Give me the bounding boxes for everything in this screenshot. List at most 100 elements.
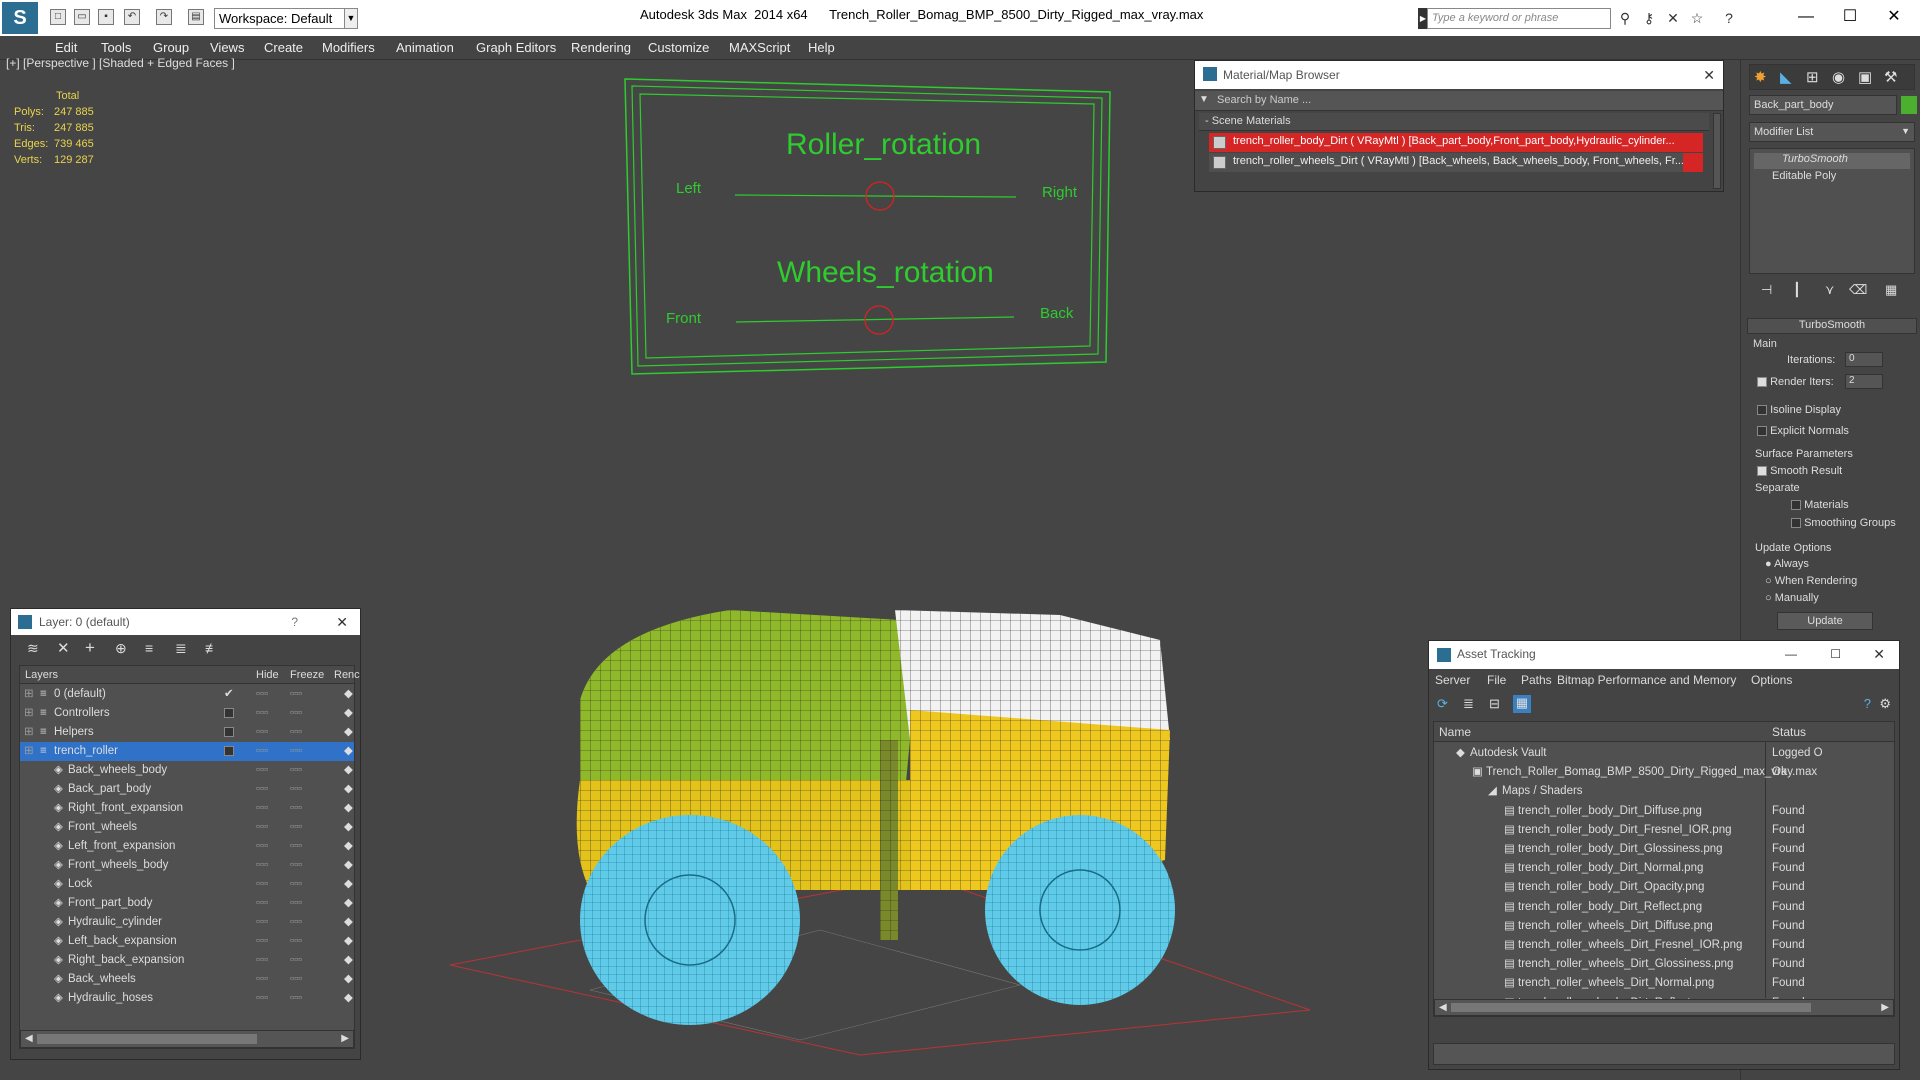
freeze-toggle[interactable]: ▫▫▫ bbox=[290, 951, 302, 970]
make-unique-icon[interactable]: ⋎ bbox=[1825, 282, 1835, 298]
binoculars-icon[interactable]: ⚲ bbox=[1616, 9, 1634, 27]
update-manually-radio[interactable]: ○ Manually bbox=[1765, 592, 1819, 604]
highlight-layer-icon[interactable]: ≣ bbox=[175, 640, 187, 657]
layer-active-checkbox[interactable] bbox=[224, 723, 234, 742]
col-name[interactable]: Name bbox=[1439, 725, 1471, 739]
col-status[interactable]: Status bbox=[1772, 725, 1806, 739]
minimize-icon[interactable]: — bbox=[1785, 641, 1797, 667]
asset-row[interactable]: ▤ trench_roller_body_Dirt_Opacity.png Foun… bbox=[1434, 878, 1894, 897]
expand-icon[interactable]: ⊞ bbox=[24, 723, 34, 742]
rig-control-board[interactable] bbox=[620, 74, 1120, 380]
col-freeze[interactable]: Freeze bbox=[290, 669, 324, 681]
freeze-toggle[interactable]: ▫▫▫ bbox=[290, 742, 302, 761]
hide-toggle[interactable]: ▫▫▫ bbox=[256, 932, 268, 951]
layer-object-row[interactable]: ◈ Back_wheels ▫▫▫ ▫▫▫ ◆ bbox=[20, 970, 354, 989]
menu-group[interactable]: Group bbox=[153, 40, 189, 55]
render-toggle-icon[interactable]: ◆ bbox=[344, 932, 353, 951]
render-toggle-icon[interactable]: ◆ bbox=[344, 742, 353, 761]
menu-file[interactable]: File bbox=[1487, 673, 1506, 687]
hide-toggle[interactable]: ▫▫▫ bbox=[256, 685, 268, 704]
workspace-dropdown[interactable]: Workspace: Default bbox=[214, 8, 352, 29]
favorites-star-icon[interactable]: ☆ bbox=[1688, 9, 1706, 27]
isoline-display-checkbox[interactable]: Isoline Display bbox=[1757, 404, 1841, 416]
menu-modifiers[interactable]: Modifiers bbox=[322, 40, 375, 55]
minimize-icon[interactable]: — bbox=[1786, 4, 1826, 30]
utilities-tab-icon[interactable]: ⚒ bbox=[1884, 68, 1897, 86]
freeze-toggle[interactable]: ▫▫▫ bbox=[290, 761, 302, 780]
layer-object-row[interactable]: ◈ Hydraulic_cylinder ▫▫▫ ▫▫▫ ◆ bbox=[20, 913, 354, 932]
asset-row[interactable]: ▤ trench_roller_body_Dirt_Glossiness.png F… bbox=[1434, 840, 1894, 859]
update-when-rendering-radio[interactable]: ○ When Rendering bbox=[1765, 575, 1857, 587]
filter-icon[interactable]: ▼ bbox=[1199, 94, 1209, 105]
new-layer-icon[interactable]: + bbox=[85, 638, 95, 658]
menu-rendering[interactable]: Rendering bbox=[571, 40, 631, 55]
hide-toggle[interactable]: ▫▫▫ bbox=[256, 799, 268, 818]
render-toggle-icon[interactable]: ◆ bbox=[344, 761, 353, 780]
expand-icon[interactable]: ⊞ bbox=[24, 742, 34, 761]
col-render[interactable]: Renc bbox=[334, 669, 360, 681]
menu-server[interactable]: Server bbox=[1435, 673, 1470, 687]
maximize-icon[interactable]: ☐ bbox=[1830, 641, 1841, 667]
scroll-left-icon[interactable]: ◀ bbox=[1439, 1002, 1447, 1013]
layer-object-row[interactable]: ◈ Front_wheels ▫▫▫ ▫▫▫ ◆ bbox=[20, 818, 354, 837]
maximize-icon[interactable]: ☐ bbox=[1830, 4, 1870, 30]
render-toggle-icon[interactable]: ◆ bbox=[344, 913, 353, 932]
layer-row[interactable]: ⊞ ≡ Helpers ▫▫▫ ▫▫▫ ◆ bbox=[20, 723, 354, 742]
render-toggle-icon[interactable]: ◆ bbox=[344, 799, 353, 818]
smooth-result-checkbox[interactable]: Smooth Result bbox=[1757, 465, 1842, 477]
close-icon[interactable]: ✕ bbox=[1873, 641, 1885, 667]
menu-views[interactable]: Views bbox=[210, 40, 244, 55]
close-icon[interactable]: ✕ bbox=[1703, 61, 1715, 89]
layer-object-row[interactable]: ◈ Back_part_body ▫▫▫ ▫▫▫ ◆ bbox=[20, 780, 354, 799]
object-name-field[interactable]: Back_part_body bbox=[1749, 95, 1897, 115]
add-to-layer-icon[interactable]: ⊕ bbox=[115, 640, 127, 657]
layer-active-checkbox[interactable] bbox=[224, 742, 234, 761]
layer-row[interactable]: ⊞ ≡ 0 (default) ✔ ▫▫▫ ▫▫▫ ◆ bbox=[20, 685, 354, 704]
expand-icon[interactable]: ⊞ bbox=[24, 704, 34, 723]
configure-sets-icon[interactable]: ▦ bbox=[1885, 282, 1897, 298]
menu-help[interactable]: Help bbox=[808, 40, 835, 55]
help-icon[interactable]: ? bbox=[1720, 9, 1738, 27]
render-toggle-icon[interactable]: ◆ bbox=[344, 818, 353, 837]
menu-bitmap-performance[interactable]: Bitmap Performance and Memory bbox=[1557, 673, 1736, 687]
layer-object-row[interactable]: ◈ Front_wheels_body ▫▫▫ ▫▫▫ ◆ bbox=[20, 856, 354, 875]
layer-object-row[interactable]: ◈ Front_part_body ▫▫▫ ▫▫▫ ◆ bbox=[20, 894, 354, 913]
freeze-toggle[interactable]: ▫▫▫ bbox=[290, 780, 302, 799]
hide-toggle[interactable]: ▫▫▫ bbox=[256, 913, 268, 932]
hide-all-layers-icon[interactable]: ≢ bbox=[205, 640, 219, 656]
tree-view-icon[interactable]: ⊟ bbox=[1489, 696, 1500, 712]
search-input[interactable]: Type a keyword or phrase bbox=[1427, 8, 1611, 29]
layer-object-row[interactable]: ◈ Hydraulic_hoses ▫▫▫ ▫▫▫ ◆ bbox=[20, 989, 354, 1008]
update-button[interactable]: Update bbox=[1777, 612, 1873, 630]
layer-object-row[interactable]: ◈ Left_front_expansion ▫▫▫ ▫▫▫ ◆ bbox=[20, 837, 354, 856]
create-tab-icon[interactable]: ✸ bbox=[1754, 68, 1767, 86]
material-item-body[interactable]: trench_roller_body_Dirt ( VRayMtl ) [Bac… bbox=[1209, 133, 1703, 152]
render-toggle-icon[interactable]: ◆ bbox=[344, 970, 353, 989]
render-toggle-icon[interactable]: ◆ bbox=[344, 685, 353, 704]
scroll-left-icon[interactable]: ◀ bbox=[25, 1033, 33, 1044]
close-icon[interactable]: ✕ bbox=[336, 609, 348, 635]
stack-item-editable-poly[interactable]: Editable Poly bbox=[1754, 170, 1910, 186]
hide-toggle[interactable]: ▫▫▫ bbox=[256, 818, 268, 837]
settings-icon[interactable]: ⚙ bbox=[1879, 696, 1891, 712]
help-icon[interactable]: ? bbox=[1864, 696, 1871, 711]
render-toggle-icon[interactable]: ◆ bbox=[344, 780, 353, 799]
scroll-thumb[interactable] bbox=[1451, 1003, 1811, 1012]
motion-tab-icon[interactable]: ◉ bbox=[1832, 68, 1845, 86]
asset-row[interactable]: ▤ trench_roller_body_Dirt_Reflect.png Foun… bbox=[1434, 898, 1894, 917]
select-layer-icon[interactable]: ≡ bbox=[145, 640, 153, 656]
stack-item-turbosmooth[interactable]: TurboSmooth bbox=[1754, 153, 1910, 169]
scroll-thumb[interactable] bbox=[37, 1034, 257, 1044]
asset-row[interactable]: ▤ trench_roller_wheels_Dirt_Glossiness.pn… bbox=[1434, 955, 1894, 974]
render-toggle-icon[interactable]: ◆ bbox=[344, 723, 353, 742]
hide-toggle[interactable]: ▫▫▫ bbox=[256, 761, 268, 780]
show-end-result-icon[interactable]: ┃ bbox=[1793, 282, 1801, 298]
freeze-toggle[interactable]: ▫▫▫ bbox=[290, 989, 302, 1008]
asset-path-field[interactable] bbox=[1433, 1043, 1895, 1065]
hide-toggle[interactable]: ▫▫▫ bbox=[256, 951, 268, 970]
render-toggle-icon[interactable]: ◆ bbox=[344, 989, 353, 1008]
subscription-icon[interactable]: ⚷ bbox=[1640, 9, 1658, 27]
freeze-toggle[interactable]: ▫▫▫ bbox=[290, 970, 302, 989]
layer-object-row[interactable]: ◈ Right_back_expansion ▫▫▫ ▫▫▫ ◆ bbox=[20, 951, 354, 970]
asset-row[interactable]: ▤ trench_roller_body_Dirt_Diffuse.png Foun… bbox=[1434, 802, 1894, 821]
